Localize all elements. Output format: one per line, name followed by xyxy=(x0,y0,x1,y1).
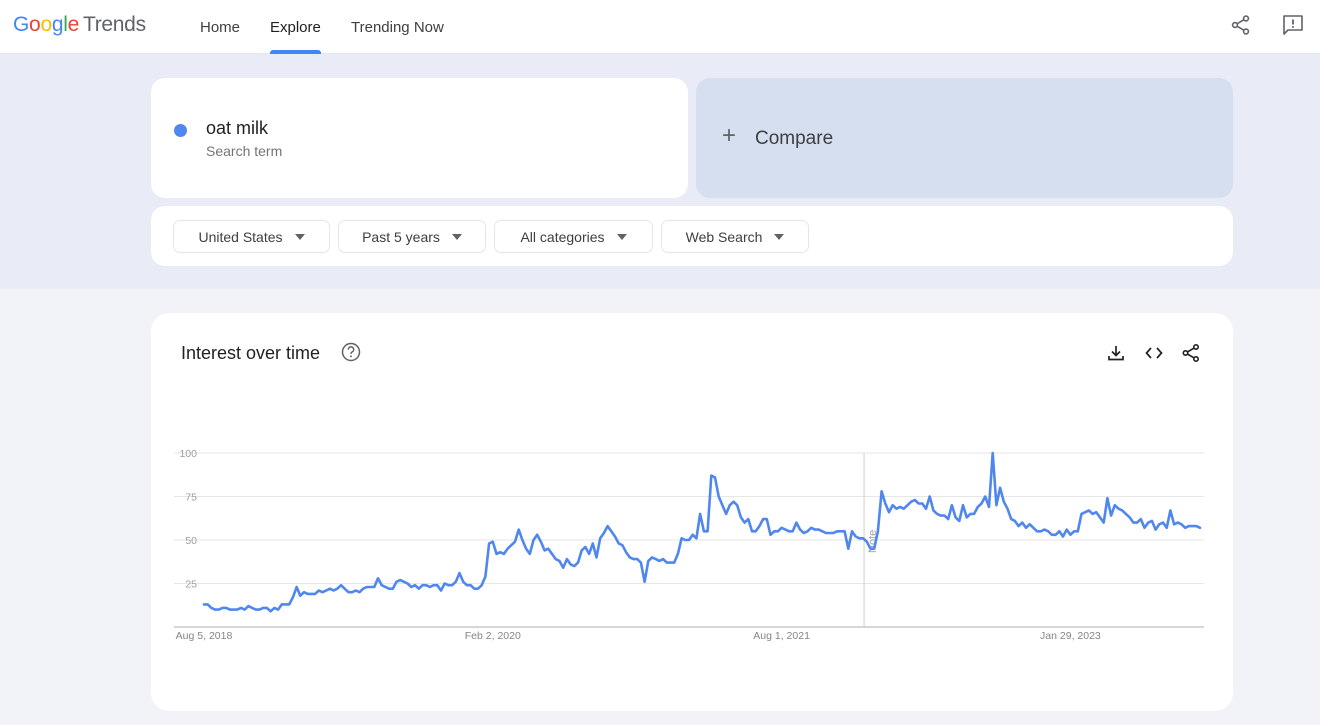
dropdown-arrow-icon xyxy=(451,233,462,240)
logo-letter: o xyxy=(40,13,52,36)
logo-letter: g xyxy=(51,13,64,36)
nav-explore[interactable]: Explore xyxy=(270,0,321,54)
filter-location-label: United States xyxy=(198,228,283,245)
logo-letter: o xyxy=(29,13,41,36)
share-icon[interactable] xyxy=(1180,342,1202,364)
nav-trending-now[interactable]: Trending Now xyxy=(351,0,444,54)
embed-icon[interactable] xyxy=(1143,342,1165,364)
compare-label: Compare xyxy=(755,128,834,149)
filter-location[interactable]: United States xyxy=(173,220,330,253)
interest-over-time-card: Interest over time xyxy=(151,313,1233,711)
term-color-dot xyxy=(174,124,187,137)
filter-time-range-label: Past 5 years xyxy=(362,228,440,245)
help-icon[interactable] xyxy=(340,341,362,363)
filters-bar: United States Past 5 years All categorie… xyxy=(151,206,1233,266)
compare-button[interactable]: + Compare xyxy=(696,78,1233,198)
search-term-type: Search term xyxy=(206,143,283,159)
filter-category[interactable]: All categories xyxy=(494,220,653,253)
dropdown-arrow-icon xyxy=(294,233,305,240)
nav-home[interactable]: Home xyxy=(200,0,240,54)
google-trends-logo[interactable]: Google Trends xyxy=(13,13,146,37)
top-app-bar: Google Trends Home Explore Trending Now xyxy=(0,0,1320,54)
dropdown-arrow-icon xyxy=(616,233,627,240)
download-icon[interactable] xyxy=(1105,342,1127,364)
share-icon[interactable] xyxy=(1228,12,1254,38)
filter-category-label: All categories xyxy=(520,228,605,245)
feedback-icon[interactable] xyxy=(1280,12,1306,38)
logo-product-name: Trends xyxy=(82,13,146,36)
filter-time-range[interactable]: Past 5 years xyxy=(338,220,486,253)
logo-letter: G xyxy=(13,13,30,36)
chart-title: Interest over time xyxy=(181,343,321,363)
search-term-name[interactable]: oat milk xyxy=(206,118,268,139)
search-term-card[interactable]: oat milk Search term xyxy=(151,78,688,198)
filter-search-type[interactable]: Web Search xyxy=(661,220,809,253)
dropdown-arrow-icon xyxy=(774,233,785,240)
filter-search-type-label: Web Search xyxy=(685,228,763,245)
logo-letter: e xyxy=(67,13,80,36)
plus-icon: + xyxy=(722,122,737,149)
